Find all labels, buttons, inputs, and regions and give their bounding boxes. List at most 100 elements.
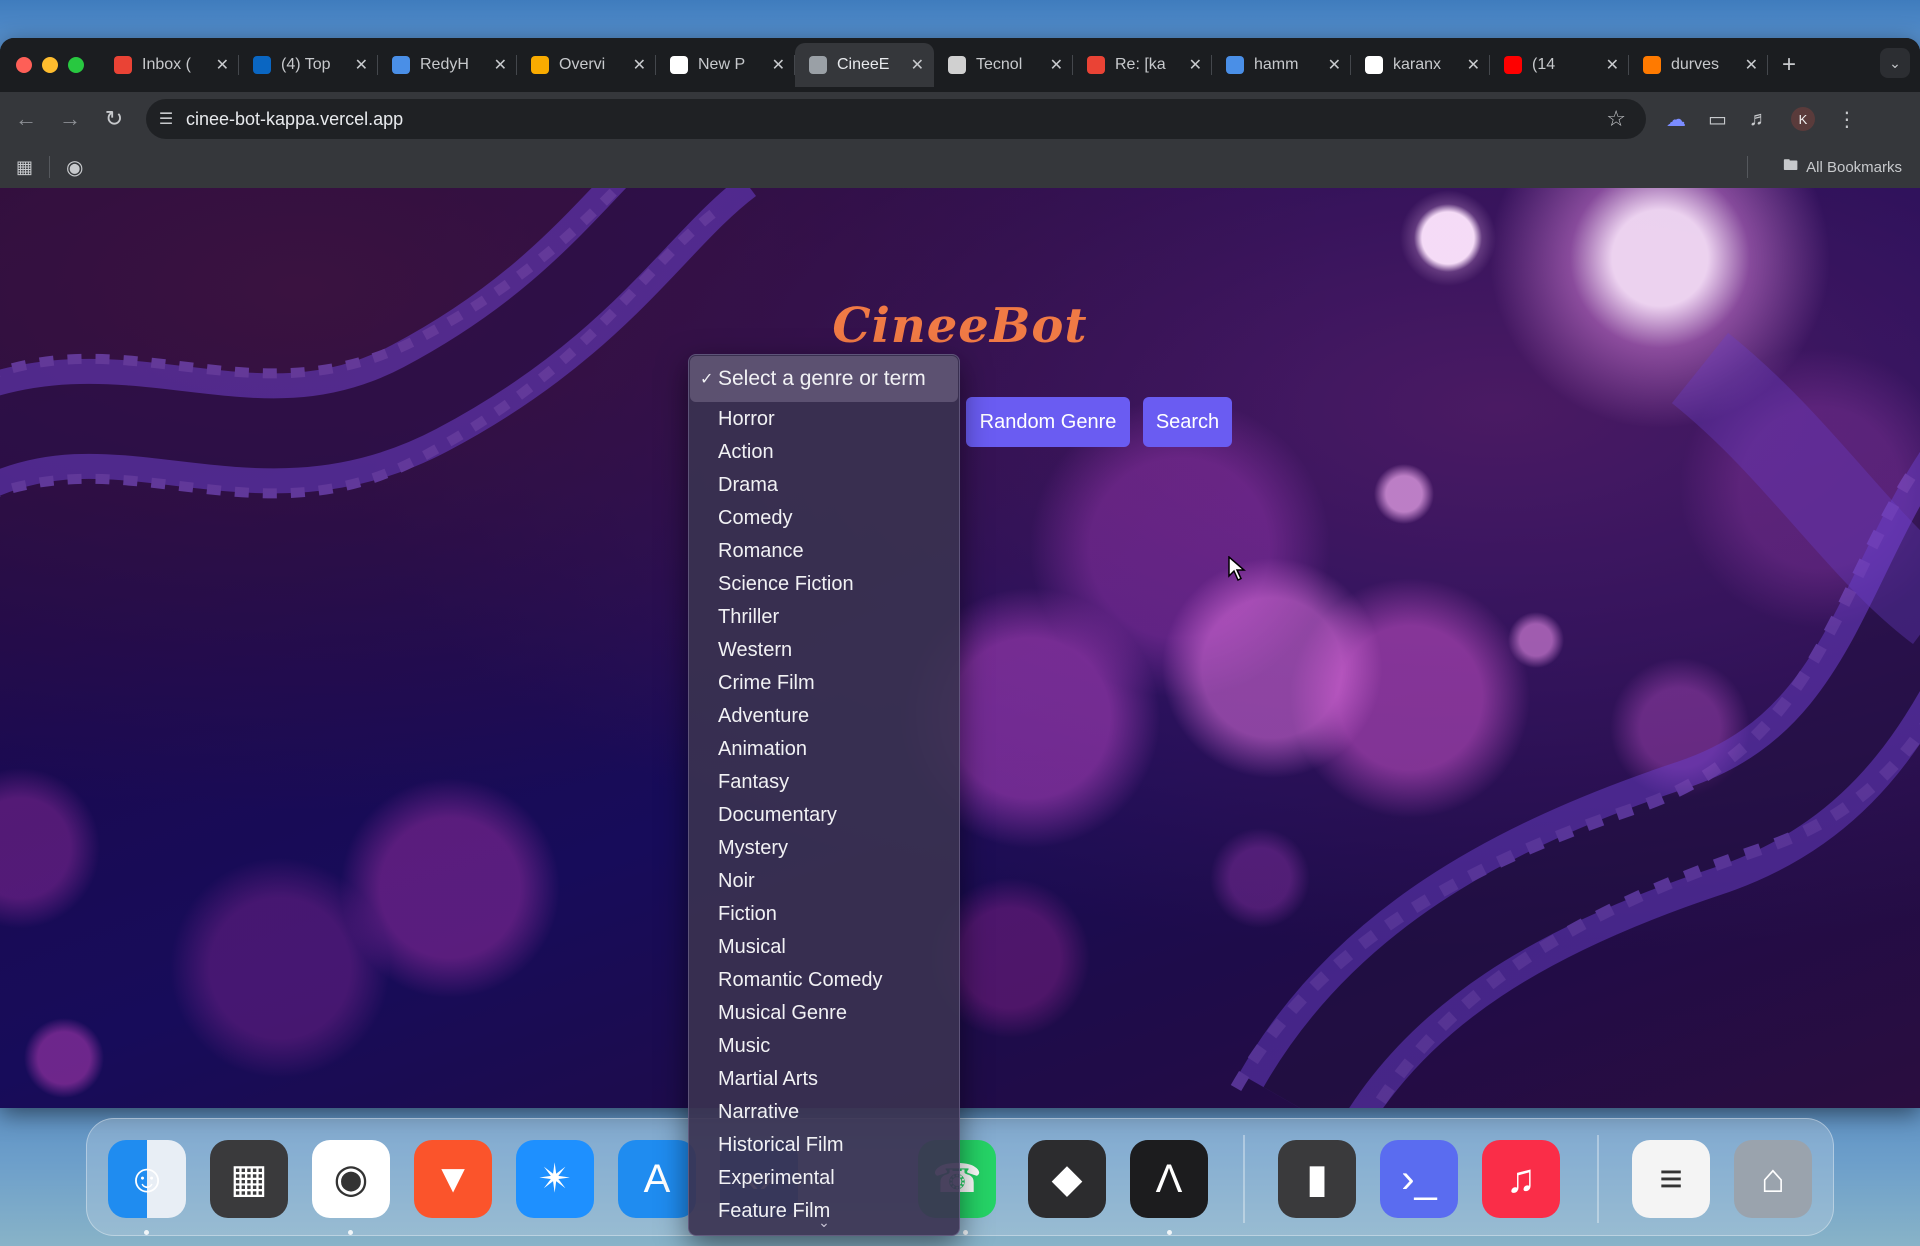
profile-avatar[interactable]: K	[1790, 107, 1815, 131]
more-menu-icon[interactable]: ⋮	[1837, 107, 1857, 132]
new-tab-button[interactable]: +	[1782, 51, 1796, 79]
tab-close-icon[interactable]: ✕	[355, 55, 368, 75]
select-option-selected[interactable]: ✓ Select a genre or term	[690, 356, 958, 402]
browser-tab[interactable]: New P ✕	[656, 43, 795, 87]
browser-tab[interactable]: CineeE ✕	[795, 43, 934, 87]
select-option[interactable]: Horror	[689, 403, 959, 436]
tab-close-icon[interactable]: ✕	[1745, 55, 1758, 75]
tab-close-icon[interactable]: ✕	[633, 55, 646, 75]
music-icon[interactable]: ♫	[1482, 1140, 1560, 1218]
tab-close-icon[interactable]: ✕	[1189, 55, 1202, 75]
app-store-icon[interactable]: A	[618, 1140, 696, 1218]
site-info-icon[interactable]: ☰	[146, 109, 186, 129]
browser-tab[interactable]: RedyH ✕	[378, 43, 517, 87]
jar-icon[interactable]: ▮	[1278, 1140, 1356, 1218]
brave-icon[interactable]: ▼	[414, 1140, 492, 1218]
finder-icon[interactable]: ☺	[108, 1140, 186, 1218]
back-button[interactable]: ←	[8, 106, 44, 132]
browser-toolbar: ← → ↻ ☰ cinee-bot-kappa.vercel.app ☆ ☁ ▭…	[0, 92, 1920, 146]
tab-title: durves	[1671, 56, 1720, 73]
select-option[interactable]: Musical Genre	[689, 997, 959, 1030]
tab-close-icon[interactable]: ✕	[1467, 55, 1480, 75]
select-option[interactable]: Adventure	[689, 700, 959, 733]
all-bookmarks-button[interactable]: 🖿 All Bookmarks	[1783, 155, 1902, 180]
globe-bookmark-icon[interactable]: ◉	[66, 155, 83, 180]
select-option[interactable]: Fantasy	[689, 766, 959, 799]
reload-icon: ↻	[104, 106, 124, 131]
select-option[interactable]: Romance	[689, 535, 959, 568]
tab-close-icon[interactable]: ✕	[1328, 55, 1341, 75]
browser-tab[interactable]: hamm ✕	[1212, 43, 1351, 87]
browser-tab[interactable]: (4) Top ✕	[239, 43, 378, 87]
select-option[interactable]: Western	[689, 634, 959, 667]
search-button[interactable]: Search	[1143, 397, 1232, 447]
tab-close-icon[interactable]: ✕	[494, 55, 507, 75]
select-option[interactable]: Science Fiction	[689, 568, 959, 601]
scroll-down-icon[interactable]: ⌄	[689, 1214, 959, 1231]
maximize-window-button[interactable]	[68, 57, 84, 73]
gemini-extension-icon[interactable]: ☁	[1666, 107, 1686, 132]
browser-tab[interactable]: karanx ✕	[1351, 43, 1490, 87]
select-option[interactable]: Historical Film	[689, 1129, 959, 1162]
media-controls-icon[interactable]: ♬	[1749, 108, 1769, 131]
select-option[interactable]: Animation	[689, 733, 959, 766]
running-indicator	[348, 1230, 353, 1235]
bookmark-divider	[49, 156, 51, 178]
forward-button[interactable]: →	[52, 106, 88, 132]
browser-tab[interactable]: Inbox ( ✕	[100, 43, 239, 87]
chrome-icon[interactable]: ◉	[312, 1140, 390, 1218]
document-icon[interactable]: ≡	[1632, 1140, 1710, 1218]
apps-grid-icon[interactable]: ▦	[16, 157, 33, 178]
select-option[interactable]: Mystery	[689, 832, 959, 865]
select-option[interactable]: Narrative	[689, 1096, 959, 1129]
terminal-icon[interactable]: ›_	[1380, 1140, 1458, 1218]
select-option[interactable]: Fiction	[689, 898, 959, 931]
genre-options-list: Horror Action Drama Comedy Romance Science Fi…	[689, 403, 959, 1228]
gmail-icon	[114, 56, 132, 74]
reload-button[interactable]: ↻	[96, 106, 132, 132]
extensions-puzzle-icon[interactable]: ▭	[1708, 107, 1727, 132]
globe-icon	[809, 56, 827, 74]
bookmark-star-icon[interactable]: ☆	[1606, 106, 1626, 132]
tab-close-icon[interactable]: ✕	[1606, 55, 1619, 75]
cube-icon[interactable]: ◆	[1028, 1140, 1106, 1218]
arc-icon[interactable]: Λ	[1130, 1140, 1208, 1218]
select-option[interactable]: Drama	[689, 469, 959, 502]
close-window-button[interactable]	[16, 57, 32, 73]
browser-tab[interactable]: Tecnol ✕	[934, 43, 1073, 87]
youtube-icon	[1504, 56, 1522, 74]
launchpad-icon[interactable]: ▦	[210, 1140, 288, 1218]
page-content: CineeBot Random Genre Search	[0, 188, 1920, 1108]
tab-close-icon[interactable]: ✕	[911, 55, 924, 75]
tab-close-icon[interactable]: ✕	[216, 55, 229, 75]
openai-icon	[948, 56, 966, 74]
tab-title: Inbox (	[142, 56, 191, 73]
select-option[interactable]: Music	[689, 1030, 959, 1063]
select-option[interactable]: Action	[689, 436, 959, 469]
select-option[interactable]: Experimental	[689, 1162, 959, 1195]
select-option[interactable]: Noir	[689, 865, 959, 898]
browser-tab[interactable]: (14 ✕	[1490, 43, 1629, 87]
tab-search-button[interactable]: ⌄	[1880, 48, 1910, 78]
select-option[interactable]: Thriller	[689, 601, 959, 634]
address-bar[interactable]: ☰ cinee-bot-kappa.vercel.app ☆	[146, 99, 1646, 139]
gmail-icon	[1087, 56, 1105, 74]
tab-close-icon[interactable]: ✕	[1050, 55, 1063, 75]
browser-tab[interactable]: Re: [ka ✕	[1073, 43, 1212, 87]
tab-close-icon[interactable]: ✕	[772, 55, 785, 75]
browser-tab[interactable]: Overvi ✕	[517, 43, 656, 87]
select-option[interactable]: Martial Arts	[689, 1063, 959, 1096]
select-option[interactable]: Comedy	[689, 502, 959, 535]
select-option[interactable]: Crime Film	[689, 667, 959, 700]
browser-tab[interactable]: durves ✕	[1629, 43, 1768, 87]
safari-icon[interactable]: ✴	[516, 1140, 594, 1218]
minimize-window-button[interactable]	[42, 57, 58, 73]
genre-select-dropdown[interactable]: ✓ Select a genre or term Horror Action Dra…	[688, 354, 960, 1236]
bookmark-divider	[1747, 156, 1748, 178]
select-option[interactable]: Documentary	[689, 799, 959, 832]
random-genre-button[interactable]: Random Genre	[966, 397, 1130, 447]
tab-title: CineeE	[837, 56, 890, 73]
select-option[interactable]: Musical	[689, 931, 959, 964]
trash-icon[interactable]: ⌂	[1734, 1140, 1812, 1218]
select-option[interactable]: Romantic Comedy	[689, 964, 959, 997]
